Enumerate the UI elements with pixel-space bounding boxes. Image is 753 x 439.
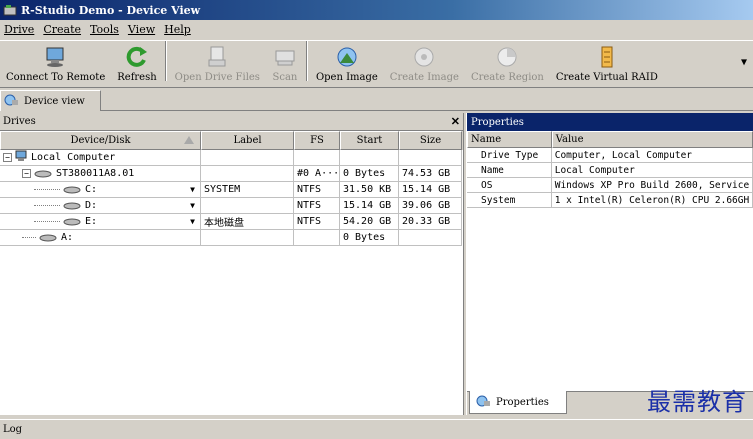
column-header-name[interactable]: Name <box>467 131 552 148</box>
table-row[interactable]: C: ▼ SYSTEM NTFS 31.50 KB 15.14 GB <box>0 182 463 198</box>
menu-create[interactable]: Create <box>43 23 86 36</box>
device-name: ST380011A8.01 <box>56 168 135 179</box>
table-row[interactable]: E: ▼ 本地磁盘 NTFS 54.20 GB 20.33 GB <box>0 214 463 230</box>
table-row[interactable]: − ST380011A8.01 #0 A··· 0 Bytes 74.53 GB <box>0 166 463 182</box>
tree-line <box>34 205 60 206</box>
menu-help[interactable]: Help <box>164 23 196 36</box>
properties-icon <box>476 395 490 410</box>
table-row[interactable]: D: ▼ NTFS 15.14 GB 39.06 GB <box>0 198 463 214</box>
partition-icon <box>63 186 81 194</box>
property-row[interactable]: System 1 x Intel(R) Celeron(R) CPU 2.66G… <box>467 193 753 208</box>
tree-line <box>22 237 36 238</box>
column-header-label[interactable]: Label <box>201 131 294 150</box>
tree-line <box>34 221 60 222</box>
device-name: D: <box>85 200 98 211</box>
table-row[interactable]: − Local Computer <box>0 150 463 166</box>
property-row[interactable]: OS Windows XP Pro Build 2600, Service <box>467 178 753 193</box>
tree-line <box>34 189 60 190</box>
close-icon[interactable]: ✕ <box>451 115 460 128</box>
properties-panel: Properties Name Value Drive Type Compute… <box>466 113 753 415</box>
collapse-icon[interactable]: − <box>22 169 31 178</box>
toolbar-overflow-arrow-icon[interactable]: ▼ <box>741 57 747 68</box>
device-name: Local Computer <box>31 152 116 163</box>
connect-to-remote-button[interactable]: Connect To Remote <box>0 39 111 83</box>
properties-column-headers: Name Value <box>467 131 753 148</box>
sort-ascending-icon <box>184 136 194 144</box>
log-label: Log <box>3 424 23 435</box>
computer-icon <box>15 150 27 165</box>
tab-properties[interactable]: Properties <box>469 391 567 414</box>
connect-remote-icon <box>43 45 69 69</box>
dropdown-arrow-icon[interactable]: ▼ <box>190 201 195 210</box>
open-image-icon <box>334 45 360 69</box>
scan-icon <box>272 45 298 69</box>
create-region-button[interactable]: Create Region <box>465 39 550 83</box>
refresh-icon <box>124 45 150 69</box>
column-header-fs[interactable]: FS <box>294 131 340 150</box>
toolbar-separator <box>305 41 308 81</box>
menu-bar: Drive Create Tools View Help <box>0 20 753 39</box>
partition-icon <box>63 218 81 226</box>
toolbar: Connect To Remote Refresh Open Drive Fil… <box>0 40 753 88</box>
create-region-icon <box>494 45 520 69</box>
dropdown-arrow-icon[interactable]: ▼ <box>190 185 195 194</box>
open-image-button[interactable]: Open Image <box>310 39 384 83</box>
drives-title: Drives <box>3 116 36 127</box>
drives-panel: Drives ✕ Device/Disk Label FS Start Size… <box>0 113 464 415</box>
menu-view[interactable]: View <box>128 23 160 36</box>
title-bar: R-Studio Demo - Device View <box>0 0 753 20</box>
open-drive-files-icon <box>204 45 230 69</box>
column-header-device[interactable]: Device/Disk <box>0 131 201 150</box>
hard-disk-icon <box>34 170 52 178</box>
create-image-button[interactable]: Create Image <box>384 39 465 83</box>
log-bar[interactable]: Log <box>0 419 753 439</box>
device-name: A: <box>61 232 74 243</box>
partition-icon <box>63 202 81 210</box>
toolbar-separator <box>164 41 167 81</box>
table-row[interactable]: A: 0 Bytes <box>0 230 463 246</box>
device-view-icon <box>4 94 18 109</box>
column-header-value[interactable]: Value <box>551 131 753 148</box>
properties-title: Properties <box>471 116 524 128</box>
window-title: R-Studio Demo - Device View <box>21 3 201 17</box>
refresh-button[interactable]: Refresh <box>111 39 162 83</box>
tab-device-view[interactable]: Device view <box>0 90 101 111</box>
menu-drive[interactable]: Drive <box>4 23 39 36</box>
create-virtual-raid-button[interactable]: Create Virtual RAID <box>550 39 664 83</box>
floppy-drive-icon <box>39 234 57 242</box>
device-name: E: <box>85 216 98 227</box>
menu-tools[interactable]: Tools <box>90 23 124 36</box>
device-name: C: <box>85 184 98 195</box>
properties-panel-header: Properties <box>467 113 753 131</box>
app-icon <box>3 4 17 16</box>
dropdown-arrow-icon[interactable]: ▼ <box>190 217 195 226</box>
property-row[interactable]: Drive Type Computer, Local Computer <box>467 148 753 163</box>
create-virtual-raid-icon <box>594 45 620 69</box>
open-drive-files-button[interactable]: Open Drive Files <box>169 39 266 83</box>
drives-column-headers: Device/Disk Label FS Start Size <box>0 131 463 150</box>
tab-strip: Device view <box>0 89 753 111</box>
column-header-size[interactable]: Size <box>399 131 462 150</box>
scan-button[interactable]: Scan <box>266 39 304 83</box>
create-image-icon <box>411 45 437 69</box>
drives-panel-header: Drives ✕ <box>0 113 463 131</box>
collapse-icon[interactable]: − <box>3 153 12 162</box>
watermark: 最需教育 <box>647 388 747 416</box>
property-row[interactable]: Name Local Computer <box>467 163 753 178</box>
column-header-start[interactable]: Start <box>340 131 399 150</box>
